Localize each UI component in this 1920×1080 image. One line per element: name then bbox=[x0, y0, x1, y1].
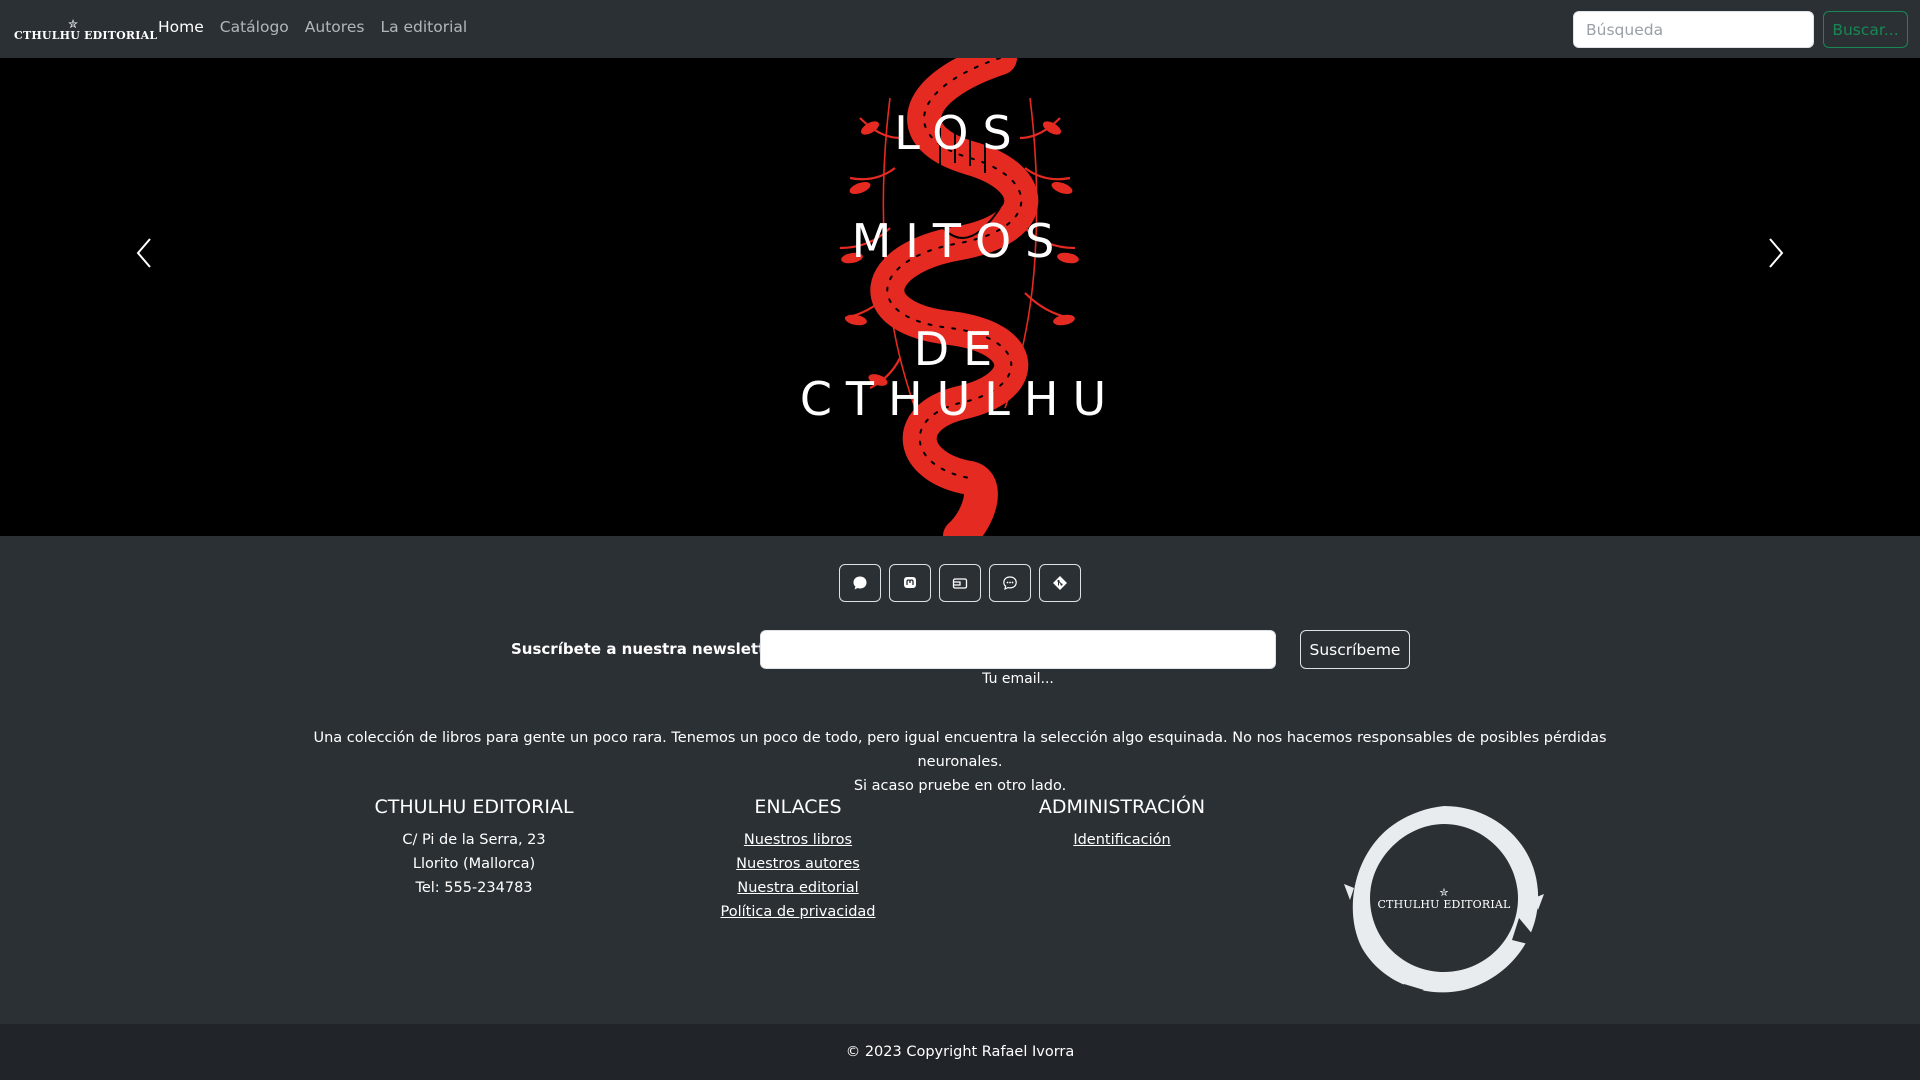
phone-line: Tel: 555-234783 bbox=[415, 880, 533, 896]
carousel-prev-button[interactable] bbox=[124, 223, 164, 283]
social-comment-button[interactable] bbox=[989, 564, 1031, 602]
link-nuestra-editorial[interactable]: Nuestra editorial bbox=[638, 876, 958, 900]
nav-link-autores[interactable]: Autores bbox=[305, 18, 365, 36]
column-title: CTHULHU EDITORIAL bbox=[374, 796, 574, 818]
navbar: ✮ CTHULHU EDITORIAL Home Catálogo Autore… bbox=[0, 0, 1920, 58]
hero-carousel: LOS MITOS DE CTHULHU bbox=[0, 58, 1920, 536]
newsletter-email-hint: Tu email... bbox=[982, 671, 1054, 687]
brand-text: CTHULHU EDITORIAL bbox=[14, 29, 158, 42]
social-mastodon-button[interactable] bbox=[889, 564, 931, 602]
slide-title-line: LOS bbox=[894, 106, 1026, 160]
copyright-text: © 2023 Copyright Rafael Ivorra bbox=[845, 1044, 1075, 1060]
slide-title-line: DE bbox=[913, 322, 1007, 376]
wallet-icon bbox=[952, 578, 968, 589]
slide-title-line: MITOS bbox=[851, 214, 1069, 268]
nav-link-home[interactable]: Home bbox=[158, 18, 204, 36]
link-nuestros-libros[interactable]: Nuestros libros bbox=[638, 828, 958, 852]
newsletter-email-input[interactable] bbox=[760, 630, 1276, 669]
slide-title-line: CTHULHU bbox=[799, 372, 1121, 426]
mastodon-icon bbox=[904, 577, 916, 588]
nav-links: Home Catálogo Autores La editorial bbox=[158, 18, 483, 36]
newsletter-label: Suscríbete a nuestra newsletter bbox=[511, 640, 783, 658]
slide-title: LOS MITOS DE CTHULHU bbox=[780, 58, 1140, 536]
footer-column-editorial: CTHULHU EDITORIAL C/ Pi de la Serra, 23 … bbox=[314, 796, 634, 900]
brand-logo[interactable]: ✮ CTHULHU EDITORIAL bbox=[14, 18, 157, 44]
address-line: C/ Pi de la Serra, 23 bbox=[402, 832, 546, 848]
column-title: ADMINISTRACIÓN bbox=[1038, 796, 1206, 818]
subscribe-button[interactable]: Suscríbeme bbox=[1300, 630, 1410, 669]
search-input[interactable] bbox=[1573, 11, 1814, 48]
editorial-seal-logo: ✮ CTHULHU EDITORIAL bbox=[1344, 798, 1544, 998]
description-line: Si acaso pruebe en otro lado. bbox=[853, 778, 1067, 794]
chevron-right-icon bbox=[1769, 238, 1784, 268]
search-button[interactable]: Buscar... bbox=[1823, 11, 1908, 48]
chevron-left-icon bbox=[136, 238, 151, 268]
footer-column-admin: ADMINISTRACIÓN Identificación bbox=[962, 796, 1282, 852]
nav-link-catalogo[interactable]: Catálogo bbox=[220, 18, 289, 36]
social-wallet-button[interactable] bbox=[939, 564, 981, 602]
nav-link-la-editorial[interactable]: La editorial bbox=[380, 18, 467, 36]
carousel-next-button[interactable] bbox=[1756, 223, 1796, 283]
column-title: ENLACES bbox=[754, 796, 842, 818]
social-links bbox=[839, 564, 1081, 602]
footer-column-links: ENLACES Nuestros libros Nuestros autores… bbox=[638, 796, 958, 924]
chat-icon bbox=[853, 576, 867, 590]
site-description: Una colección de libros para gente un po… bbox=[310, 726, 1610, 798]
link-politica-privacidad[interactable]: Política de privacidad bbox=[638, 900, 958, 924]
social-chat-button[interactable] bbox=[839, 564, 881, 602]
social-git-button[interactable] bbox=[1039, 564, 1081, 602]
copyright-bar: © 2023 Copyright Rafael Ivorra bbox=[0, 1024, 1920, 1080]
seal-text: CTHULHU EDITORIAL bbox=[1377, 898, 1511, 911]
address-line: Llorito (Mallorca) bbox=[412, 856, 536, 872]
link-identificacion[interactable]: Identificación bbox=[962, 828, 1282, 852]
git-icon bbox=[1053, 576, 1067, 590]
description-line: Una colección de libros para gente un po… bbox=[313, 730, 1607, 770]
chat-dots-icon bbox=[1003, 576, 1017, 591]
link-nuestros-autores[interactable]: Nuestros autores bbox=[638, 852, 958, 876]
